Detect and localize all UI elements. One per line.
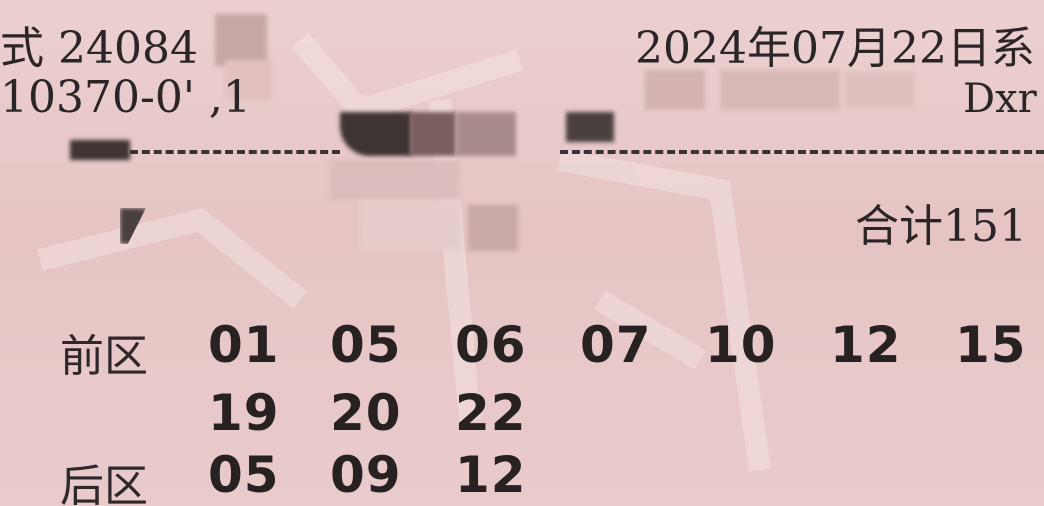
- redaction-block: [845, 72, 915, 108]
- front-number: 12: [830, 316, 902, 374]
- lottery-ticket: 式 24084 10370-0' ,1 2024年07月22日系 Dxr 合计1…: [0, 0, 1044, 506]
- dashed-divider: [130, 150, 340, 154]
- front-zone-label: 前区: [60, 331, 148, 382]
- redaction-block: [468, 205, 518, 251]
- redaction-block: [70, 140, 130, 160]
- back-zone-label: 后区: [60, 461, 148, 506]
- redaction-block: [360, 200, 460, 250]
- front-number: 05: [330, 316, 402, 374]
- front-number: 01: [208, 316, 280, 374]
- redaction-block: [120, 208, 146, 244]
- redaction-block: [340, 112, 412, 156]
- redaction-block: [456, 112, 516, 156]
- front-number: 07: [580, 316, 652, 374]
- redaction-block: [720, 70, 840, 110]
- back-number: 09: [330, 446, 402, 504]
- back-number: 12: [455, 446, 527, 504]
- redaction-block: [566, 112, 614, 142]
- front-number: 15: [955, 316, 1027, 374]
- redaction-block: [330, 160, 460, 200]
- back-number: 05: [208, 446, 280, 504]
- ticket-code: Dxr: [963, 76, 1037, 122]
- redaction-block: [410, 112, 456, 156]
- front-number: 22: [455, 384, 527, 442]
- front-number: 20: [330, 384, 402, 442]
- redaction-block: [645, 70, 705, 110]
- dashed-divider: [560, 150, 1044, 154]
- front-number: 06: [455, 316, 527, 374]
- redaction-block: [215, 14, 267, 66]
- serial-number: 10370-0' ,1: [0, 72, 251, 123]
- issue-number: 式 24084: [0, 23, 198, 74]
- total-amount: 合计151: [855, 201, 1027, 252]
- front-number: 10: [705, 316, 777, 374]
- front-number: 19: [208, 384, 280, 442]
- purchase-date: 2024年07月22日系: [635, 23, 1035, 74]
